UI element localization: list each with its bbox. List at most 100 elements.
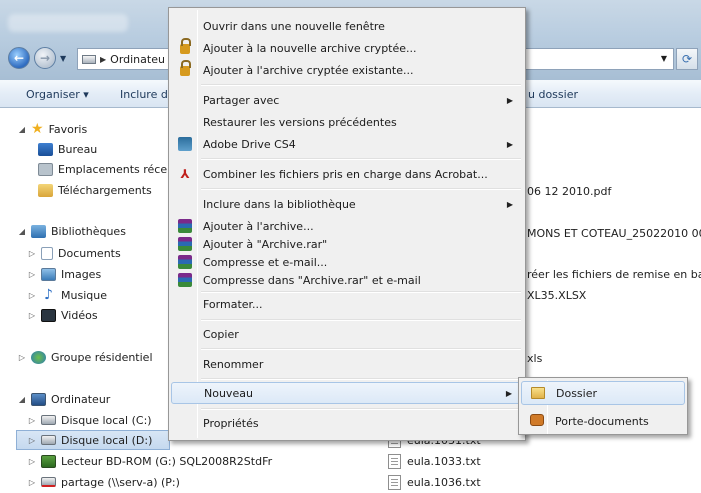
menu-item-adobe-drive[interactable]: Adobe Drive CS4 ▶ bbox=[171, 133, 523, 155]
breadcrumb-computer[interactable]: Ordinateu bbox=[110, 53, 165, 66]
menu-item-open-new-window[interactable]: Ouvrir dans une nouvelle fenêtre bbox=[171, 15, 523, 37]
nav-item-downloads[interactable]: Téléchargements bbox=[38, 181, 152, 199]
nav-item-recent-places[interactable]: Emplacements récen bbox=[38, 160, 174, 178]
collapsed-icon[interactable]: ▷ bbox=[28, 311, 36, 320]
nav-item-drive-g[interactable]: ▷ Lecteur BD-ROM (G:) SQL2008R2StdFr bbox=[28, 452, 272, 470]
file-item[interactable]: MONS ET COTEAU_25022010 0024 bbox=[527, 227, 701, 240]
organize-button[interactable]: Organiser ▾ bbox=[26, 88, 89, 101]
breadcrumb-separator-icon[interactable]: ▶ bbox=[100, 55, 106, 64]
submenu-item-briefcase[interactable]: Porte-documents bbox=[521, 409, 685, 433]
music-icon: ♪ bbox=[44, 287, 53, 303]
nav-item-drive-p[interactable]: ▷ partage (\\serv-a) (P:) bbox=[28, 473, 180, 491]
menu-item-compress-rar-email[interactable]: Compresse dans "Archive.rar" et e-mail bbox=[171, 269, 523, 291]
nav-item-drive-d[interactable]: ▷ Disque local (D:) bbox=[28, 431, 152, 449]
homegroup-icon bbox=[31, 350, 46, 364]
menu-item-include-library[interactable]: Inclure dans la bibliothèque ▶ bbox=[171, 193, 523, 215]
menu-separator bbox=[201, 319, 521, 321]
hard-drive-icon bbox=[41, 415, 56, 425]
collapsed-icon[interactable]: ▷ bbox=[18, 353, 26, 362]
file-item[interactable]: XL35.XLSX bbox=[527, 289, 586, 302]
nav-item-music[interactable]: ▷ ♪ Musique bbox=[28, 286, 107, 304]
address-bar-end[interactable]: ▼ bbox=[524, 48, 674, 70]
collapsed-icon[interactable]: ▷ bbox=[28, 249, 36, 258]
collapsed-icon[interactable]: ▷ bbox=[28, 478, 36, 487]
nav-homegroup[interactable]: ▷ Groupe résidentiel bbox=[18, 348, 153, 366]
address-dropdown-icon[interactable]: ▼ bbox=[661, 54, 667, 63]
file-name: 06 12 2010.pdf bbox=[527, 185, 612, 198]
menu-separator bbox=[201, 348, 521, 350]
file-item[interactable]: xls bbox=[527, 352, 542, 365]
nav-libraries[interactable]: ◢ Bibliothèques bbox=[18, 222, 126, 240]
file-name: XL35.XLSX bbox=[527, 289, 587, 302]
menu-item-format[interactable]: Formater... bbox=[171, 293, 523, 315]
nav-item-drive-c[interactable]: ▷ Disque local (C:) bbox=[28, 411, 152, 429]
winrar-icon bbox=[178, 237, 192, 251]
refresh-button[interactable]: ⟳ bbox=[676, 48, 698, 70]
images-icon bbox=[41, 267, 56, 281]
expanded-icon[interactable]: ◢ bbox=[18, 227, 26, 236]
nav-item-videos[interactable]: ▷ Vidéos bbox=[28, 306, 98, 324]
menu-separator bbox=[201, 378, 521, 380]
nav-item-label: Images bbox=[61, 267, 102, 281]
menu-item-label: Ajouter à la nouvelle archive cryptée... bbox=[203, 41, 417, 55]
menu-item-add-encrypted-new[interactable]: Ajouter à la nouvelle archive cryptée... bbox=[171, 37, 523, 59]
nav-item-label: Disque local (D:) bbox=[61, 433, 153, 447]
nav-item-documents[interactable]: ▷ Documents bbox=[28, 244, 121, 262]
expanded-icon[interactable]: ◢ bbox=[18, 395, 26, 404]
file-item[interactable]: 06 12 2010.pdf bbox=[527, 185, 611, 198]
file-item[interactable]: réer les fichiers de remise en banq bbox=[527, 268, 701, 281]
back-button[interactable]: ← bbox=[8, 47, 30, 69]
menu-item-add-encrypted-existing[interactable]: Ajouter à l'archive cryptée existante... bbox=[171, 59, 523, 81]
nav-item-label: Musique bbox=[61, 288, 107, 302]
nav-item-label: Vidéos bbox=[61, 308, 98, 322]
refresh-icon: ⟳ bbox=[681, 52, 693, 66]
menu-item-label: Ajouter à l'archive cryptée existante... bbox=[203, 63, 414, 77]
collapsed-icon[interactable]: ▷ bbox=[28, 270, 36, 279]
submenu-item-folder[interactable]: Dossier bbox=[521, 381, 685, 405]
file-name: xls bbox=[527, 352, 543, 365]
computer-icon bbox=[31, 392, 46, 406]
collapsed-icon[interactable]: ▷ bbox=[28, 457, 36, 466]
menu-separator bbox=[201, 158, 521, 160]
nav-item-label: Documents bbox=[58, 246, 121, 260]
nav-computer[interactable]: ◢ Ordinateur bbox=[18, 390, 110, 408]
menu-item-new[interactable]: Nouveau ▶ bbox=[171, 382, 523, 404]
recent-pages-dropdown-icon[interactable]: ▼ bbox=[60, 54, 70, 63]
file-item[interactable]: eula.1036.txt bbox=[388, 475, 481, 490]
menu-item-label: Ouvrir dans une nouvelle fenêtre bbox=[203, 19, 385, 33]
winrar-icon bbox=[178, 273, 192, 287]
collapsed-icon[interactable]: ▷ bbox=[28, 416, 36, 425]
nav-item-label: partage (\\serv-a) (P:) bbox=[61, 475, 180, 489]
collapsed-icon[interactable]: ▷ bbox=[28, 291, 36, 300]
menu-item-label: Ajouter à "Archive.rar" bbox=[203, 237, 328, 251]
nav-item-images[interactable]: ▷ Images bbox=[28, 265, 101, 283]
menu-item-label: Renommer bbox=[203, 357, 264, 371]
submenu-arrow-icon: ▶ bbox=[506, 139, 513, 149]
nav-favorites-label: Favoris bbox=[48, 122, 88, 136]
file-item[interactable]: eula.1033.txt bbox=[388, 454, 481, 469]
file-name: réer les fichiers de remise en banq bbox=[527, 268, 701, 281]
menu-item-restore-versions[interactable]: Restaurer les versions précédentes bbox=[171, 111, 523, 133]
forward-button[interactable]: → bbox=[34, 47, 56, 69]
nav-favorites[interactable]: ◢ ★ Favoris bbox=[18, 120, 87, 138]
nav-item-label: Emplacements récen bbox=[58, 162, 175, 176]
menu-item-label: Copier bbox=[203, 327, 239, 341]
menu-item-label: Inclure dans la bibliothèque bbox=[203, 197, 356, 211]
include-in-library-button[interactable]: Inclure da bbox=[120, 88, 175, 101]
nav-libraries-label: Bibliothèques bbox=[51, 224, 126, 238]
menu-item-share-with[interactable]: Partager avec ▶ bbox=[171, 89, 523, 111]
nav-item-bureau[interactable]: Bureau bbox=[38, 140, 97, 158]
address-bar[interactable]: ▶ Ordinateu bbox=[77, 48, 175, 70]
menu-item-rename[interactable]: Renommer bbox=[171, 353, 523, 375]
collapsed-icon[interactable]: ▷ bbox=[28, 436, 36, 445]
file-name: eula.1036.txt bbox=[407, 476, 481, 489]
menu-item-label: Compresse dans "Archive.rar" et e-mail bbox=[203, 273, 421, 287]
file-name: eula.1033.txt bbox=[407, 455, 481, 468]
menu-item-copy[interactable]: Copier bbox=[171, 323, 523, 345]
menu-item-combine-acrobat[interactable]: ⅄ Combiner les fichiers pris en charge d… bbox=[171, 163, 523, 185]
disc-drive-icon bbox=[41, 454, 56, 468]
menu-item-properties[interactable]: Propriétés bbox=[171, 412, 523, 434]
expanded-icon[interactable]: ◢ bbox=[18, 125, 26, 134]
new-folder-button[interactable]: u dossier bbox=[528, 88, 578, 101]
menu-item-label: Ajouter à l'archive... bbox=[203, 219, 314, 233]
